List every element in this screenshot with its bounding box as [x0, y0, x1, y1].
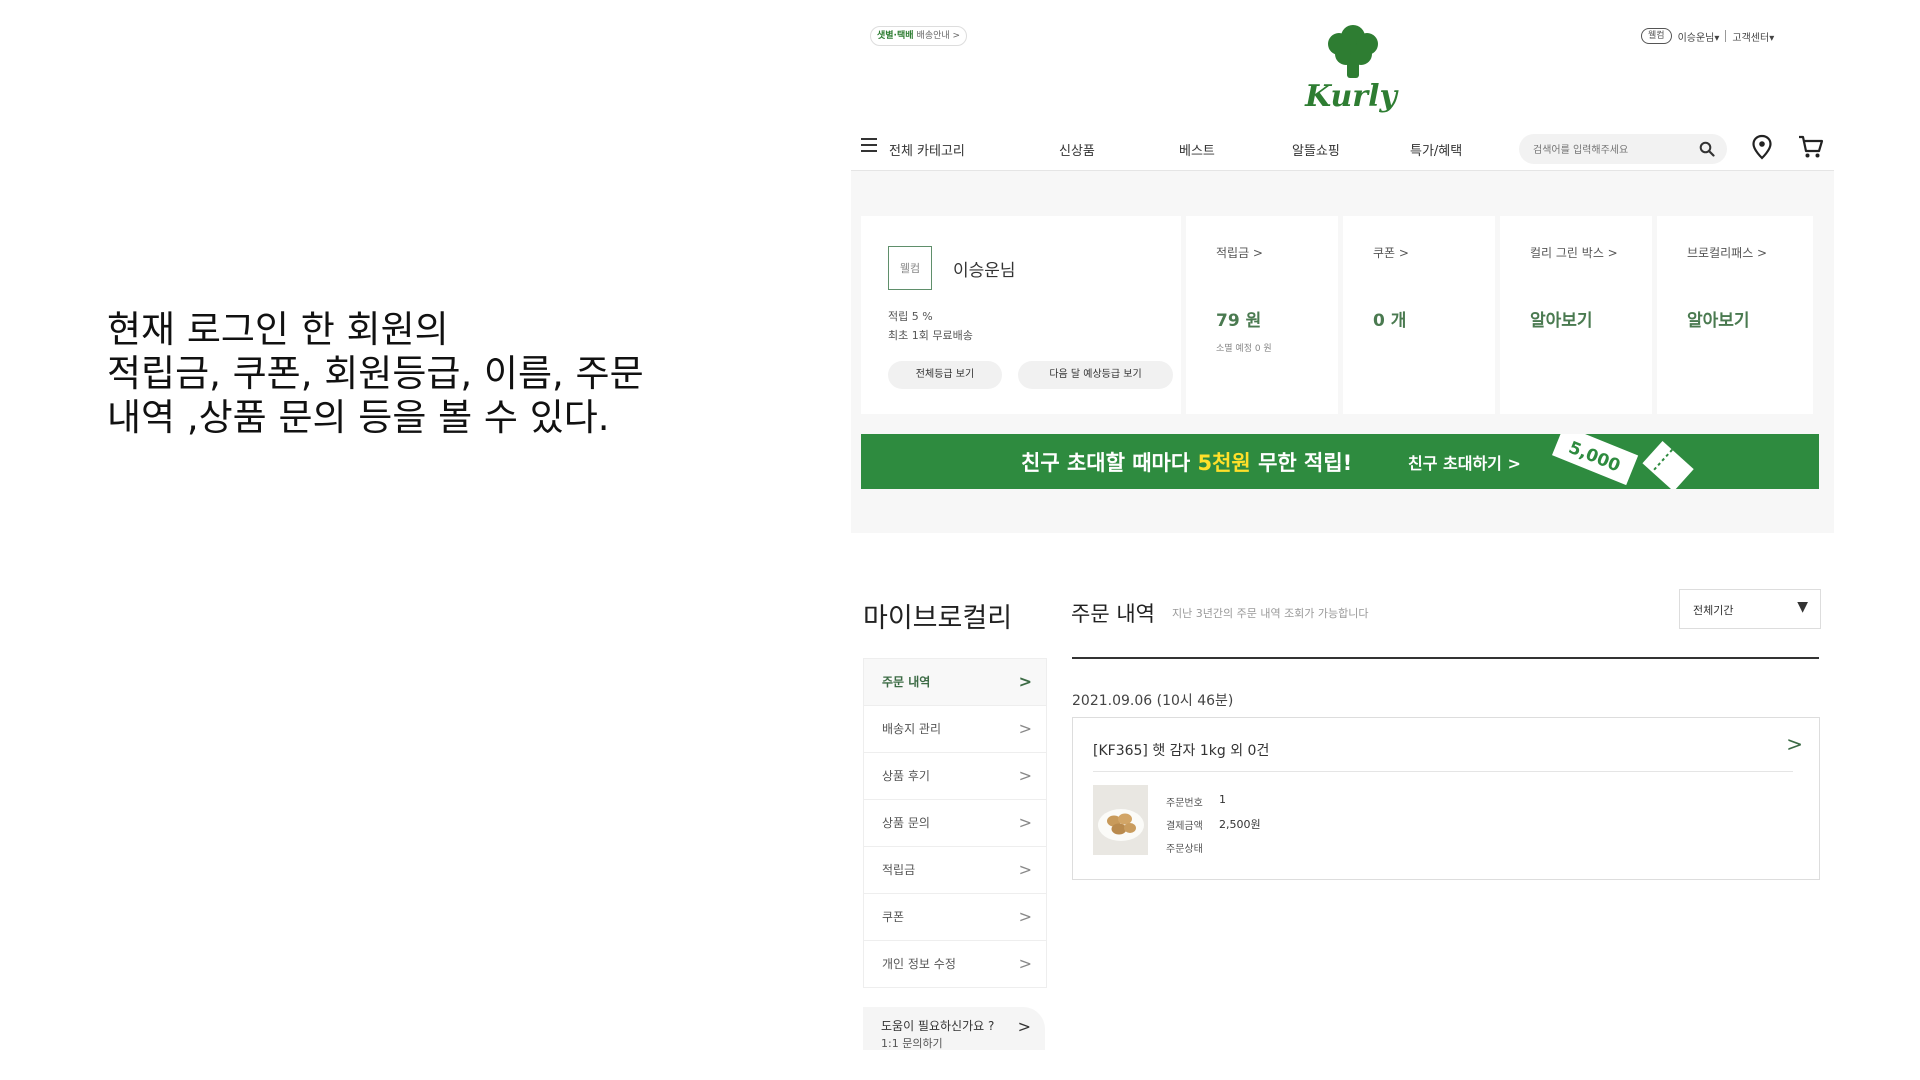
grade-badge: 웰컴 [1641, 28, 1672, 44]
coupon-card[interactable]: 쿠폰 > 0 개 [1343, 216, 1495, 414]
banner-text-pre: 친구 초대할 때마다 [1021, 451, 1198, 475]
coupon-value: 0 개 [1373, 311, 1407, 331]
nav-best[interactable]: 베스트 [1179, 140, 1215, 159]
orders-divider [1072, 657, 1819, 659]
kurly-mypage-screenshot: 샛별·택배 배송안내 > Kurly 웰컴 이승운님▾ 고객센터▾ 전체 카테고리… [851, 0, 1834, 1050]
chevron-right-icon: > [1018, 907, 1032, 926]
period-select-value: 전체기간 [1693, 604, 1734, 617]
chevron-right-icon: > [1018, 813, 1032, 832]
kurly-logo[interactable]: Kurly [1291, 22, 1411, 122]
search-input[interactable] [1531, 134, 1695, 166]
nav-new-products[interactable]: 신상품 [1059, 140, 1095, 159]
menu-item-label: 개인 정보 수정 [882, 957, 956, 971]
search-icon[interactable] [1699, 141, 1715, 157]
location-pin-icon[interactable] [1751, 134, 1773, 160]
member-summary-area: 웰컴 이승운님 적립 5 % 최초 1회 무료배송 전체등급 보기 다음 달 예… [851, 170, 1834, 533]
period-select[interactable]: 전체기간 ▼ [1679, 589, 1821, 629]
order-number-value: 1 [1219, 793, 1226, 806]
cart-icon[interactable] [1798, 135, 1824, 159]
pass-title: 브로컬리패스 > [1687, 246, 1768, 260]
menu-item-label: 쿠폰 [882, 910, 905, 924]
slide-caption: 현재 로그인 한 회원의 적립금, 쿠폰, 회원등급, 이름, 주문 내역 ,상… [107, 308, 707, 440]
member-grade-box: 웰컴 [888, 246, 932, 290]
invite-friend-banner[interactable]: 친구 초대할 때마다 5천원 무한 적립! 친구 초대하기 > 5,000 [861, 434, 1819, 489]
coupon-title: 쿠폰 > [1373, 246, 1409, 260]
banner-highlight: 5천원 [1197, 451, 1251, 475]
chevron-right-icon: > [1017, 1017, 1031, 1036]
mypage-side-menu: 주문 내역 > 배송지 관리 > 상품 후기 > 상품 문의 > 적립금 > 쿠폰 > 개인… [863, 658, 1047, 988]
points-title: 적립금 > [1216, 246, 1263, 260]
mypage-title: 마이브로컬리 [863, 603, 1013, 634]
chevron-right-icon: > [1018, 719, 1032, 738]
menu-separator [1725, 30, 1727, 42]
customer-center-link[interactable]: 고객센터▾ [1732, 29, 1774, 44]
menu-item-label: 적립금 [882, 863, 916, 877]
orders-title: 주문 내역 [1071, 602, 1155, 626]
menu-item-inquiries[interactable]: 상품 문의 > [864, 800, 1046, 847]
nav-special-offers[interactable]: 특가/혜택 [1410, 140, 1462, 159]
menu-item-label: 상품 후기 [882, 769, 930, 783]
menu-item-points[interactable]: 적립금 > [864, 847, 1046, 894]
coupon-ticket-icon: 5,000 [1551, 434, 1694, 489]
search-bar [1519, 134, 1727, 166]
order-date: 2021.09.06 (10시 46분) [1072, 693, 1234, 709]
view-next-grade-button[interactable]: 다음 달 예상등급 보기 [1018, 361, 1173, 389]
order-card-divider [1093, 771, 1793, 772]
chevron-right-icon: > [1018, 860, 1032, 879]
green-box-card[interactable]: 컬리 그린 박스 > 알아보기 [1500, 216, 1652, 414]
chevron-right-icon: > [1018, 766, 1032, 785]
points-card[interactable]: 적립금 > 79 원 소멸 예정 0 원 [1186, 216, 1338, 414]
menu-item-reviews[interactable]: 상품 후기 > [864, 753, 1046, 800]
potato-product-thumbnail [1093, 785, 1148, 855]
help-title: 도움이 필요하신가요 ? [881, 1019, 995, 1033]
member-benefit-points: 적립 5 % [888, 310, 933, 323]
orders-description: 지난 3년간의 주문 내역 조회가 가능합니다 [1172, 607, 1369, 620]
menu-item-label: 주문 내역 [882, 675, 931, 689]
user-menu: 웰컴 이승운님▾ 고객센터▾ [1641, 28, 1774, 44]
shipping-type-label: 샛별·택배 [877, 31, 914, 41]
payment-amount-value: 2,500원 [1219, 818, 1261, 831]
order-card[interactable]: [KF365] 햇 감자 1kg 외 0건 > 주문번호 1 결제금액 2,50… [1072, 717, 1820, 880]
menu-item-profile[interactable]: 개인 정보 수정 > [864, 941, 1046, 987]
banner-headline: 친구 초대할 때마다 5천원 무한 적립! [1021, 447, 1352, 477]
green-box-value: 알아보기 [1530, 311, 1593, 331]
banner-text-post: 무한 적립! [1250, 451, 1353, 475]
main-nav: 전체 카테고리 신상품 베스트 알뜰쇼핑 특가/혜택 [861, 130, 1837, 170]
help-inquiry-box[interactable]: 도움이 필요하신가요 ? 1:1 문의하기 > [863, 1007, 1045, 1050]
help-subtitle: 1:1 문의하기 [881, 1037, 943, 1050]
shipping-info-badge[interactable]: 샛별·택배 배송안내 > [870, 26, 968, 46]
user-dropdown[interactable]: 이승운님▾ [1678, 29, 1720, 44]
caption-line-3: 내역 ,상품 문의 등을 볼 수 있다. [107, 396, 610, 439]
chevron-right-icon[interactable]: > [1786, 732, 1803, 756]
menu-item-coupons[interactable]: 쿠폰 > [864, 894, 1046, 941]
shipping-info-label: 배송안내 > [916, 31, 961, 41]
nav-bargain-shopping[interactable]: 알뜰쇼핑 [1292, 140, 1340, 159]
menu-item-label: 상품 문의 [882, 816, 930, 830]
order-item-name: [KF365] 햇 감자 1kg 외 0건 [1093, 743, 1270, 759]
broccoli-pass-card[interactable]: 브로컬리패스 > 알아보기 [1657, 216, 1813, 414]
hamburger-icon[interactable] [861, 138, 879, 154]
menu-item-addresses[interactable]: 배송지 관리 > [864, 706, 1046, 753]
green-box-title: 컬리 그린 박스 > [1530, 246, 1618, 260]
caption-line-1: 현재 로그인 한 회원의 [107, 308, 449, 351]
member-benefit-shipping: 최초 1회 무료배송 [888, 329, 973, 342]
order-status-label: 주문상태 [1166, 844, 1203, 855]
caption-line-2: 적립금, 쿠폰, 회원등급, 이름, 주문 [107, 352, 644, 395]
chevron-right-icon: > [1018, 954, 1032, 973]
points-expiring: 소멸 예정 0 원 [1216, 344, 1272, 354]
order-number-label: 주문번호 [1166, 798, 1203, 809]
logo-wordmark: Kurly [1304, 79, 1399, 114]
nav-all-categories[interactable]: 전체 카테고리 [889, 140, 965, 159]
invite-friend-link[interactable]: 친구 초대하기 > [1408, 450, 1521, 474]
pass-value: 알아보기 [1687, 311, 1750, 331]
menu-item-orders[interactable]: 주문 내역 > [864, 659, 1046, 706]
menu-item-label: 배송지 관리 [882, 722, 942, 736]
member-info-card: 웰컴 이승운님 적립 5 % 최초 1회 무료배송 전체등급 보기 다음 달 예… [861, 216, 1181, 414]
points-value: 79 원 [1216, 311, 1262, 331]
chevron-right-icon: > [1018, 672, 1032, 691]
payment-amount-label: 결제금액 [1166, 821, 1203, 832]
view-all-grades-button[interactable]: 전체등급 보기 [888, 361, 1002, 389]
dropdown-arrow-icon: ▼ [1797, 599, 1808, 615]
member-name: 이승운님 [953, 261, 1016, 281]
